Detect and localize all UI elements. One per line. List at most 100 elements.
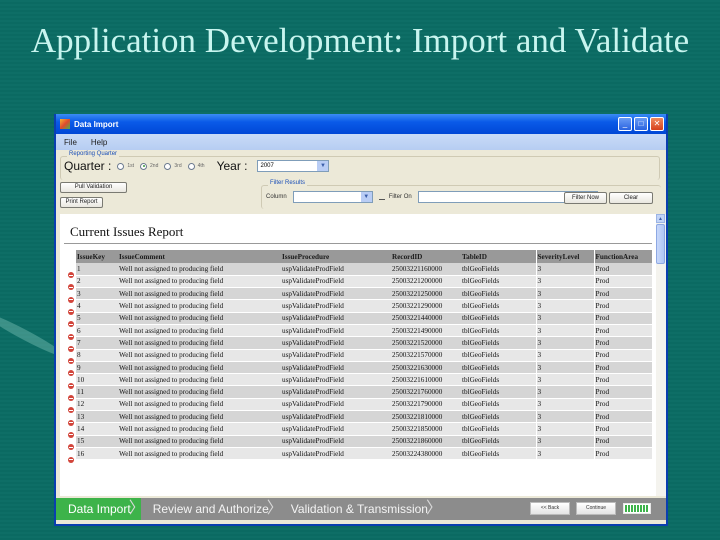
error-icon [68, 321, 74, 328]
table-row[interactable]: 8 Well not assigned to producing field usp… [76, 349, 652, 362]
maximize-button[interactable]: □ [634, 117, 648, 131]
pull-validation-button[interactable]: Pull Validation [60, 182, 127, 193]
slide-title: Application Development: Import and Vali… [30, 21, 690, 60]
quarter-radio-4th[interactable]: 4th [187, 162, 205, 170]
col-header-functionarea[interactable]: FunctionArea [593, 250, 652, 263]
scroll-up-icon[interactable]: ▲ [656, 214, 665, 223]
cell-functionarea: Prod [593, 361, 652, 375]
cell-recordid: 25003221790000 [391, 398, 461, 412]
filter-on-checkbox[interactable] [378, 194, 385, 200]
issues-report: Current Issues Report IssueKey IssueComm… [60, 214, 656, 496]
table-row[interactable]: 5 Well not assigned to producing field usp… [76, 312, 652, 325]
chevron-right-icon: 〉 [425, 500, 442, 517]
cell-issueprocedure: uspValidateProdField [281, 324, 391, 338]
cell-functionarea: Prod [593, 349, 652, 362]
quarter-radio-3rd[interactable]: 3rd [164, 162, 182, 170]
clear-button[interactable]: Clear [609, 192, 653, 204]
title-bar[interactable]: Data Import _ □ ✕ [56, 114, 666, 134]
cell-recordid: 25003221490000 [391, 324, 461, 338]
cell-tableid: tblGeoFields [461, 435, 536, 448]
cell-functionarea: Prod [593, 299, 652, 313]
quarter-radio-1st[interactable]: 1st [117, 162, 134, 170]
vertical-scrollbar[interactable]: ▲ [656, 214, 666, 496]
cell-tableid: tblGeoFields [461, 324, 536, 338]
cell-issuekey: 4 [76, 299, 118, 313]
cell-tableid: tblGeoFields [461, 349, 536, 362]
menu-help[interactable]: Help [91, 138, 107, 147]
error-icon [68, 370, 74, 377]
cell-severitylevel: 3 [535, 336, 594, 350]
cell-recordid: 25003221850000 [391, 422, 461, 436]
table-row[interactable]: 12 Well not assigned to producing field us… [76, 398, 652, 412]
cell-issuecomment: Well not assigned to producing field [118, 435, 281, 448]
table-row[interactable]: 11 Well not assigned to producing field us… [76, 385, 652, 399]
cell-functionarea: Prod [593, 312, 652, 325]
continue-button[interactable]: Continue [576, 502, 616, 515]
menu-file[interactable]: File [64, 138, 77, 147]
col-header-severitylevel[interactable]: SeverityLevel [535, 250, 594, 263]
back-button[interactable]: << Back [530, 502, 570, 515]
scroll-thumb[interactable] [656, 224, 665, 264]
table-row[interactable]: 13 Well not assigned to producing field us… [76, 410, 652, 424]
cell-issuekey: 14 [76, 422, 118, 436]
error-icon [68, 431, 74, 438]
cell-issueprocedure: uspValidateProdField [281, 349, 391, 362]
error-icon [68, 333, 74, 340]
minimize-button[interactable]: _ [618, 117, 632, 131]
filter-on-label: Filter On [388, 194, 412, 200]
cell-severitylevel: 3 [535, 410, 594, 424]
wizard-step-data-import[interactable]: Data Import 〉 [56, 498, 145, 520]
cell-severitylevel: 3 [535, 349, 594, 362]
cell-issuecomment: Well not assigned to producing field [118, 361, 281, 375]
quarter-radio-2nd[interactable]: 2nd [140, 162, 158, 170]
error-icon [68, 395, 74, 401]
chevron-down-icon[interactable]: ▼ [317, 161, 329, 171]
table-row[interactable]: 1 Well not assigned to producing field usp… [76, 263, 652, 276]
cell-recordid: 25003221630000 [391, 361, 461, 375]
table-row[interactable]: 7 Well not assigned to producing field usp… [76, 336, 652, 350]
column-select[interactable]: ▼ [292, 191, 373, 203]
cell-functionarea: Prod [593, 275, 652, 289]
cell-tableid: tblGeoFields [461, 299, 536, 313]
report-title: Current Issues Report [64, 214, 652, 244]
cell-tableid: tblGeoFields [461, 410, 536, 424]
wizard-step-review-authorize[interactable]: Review and Authorize 〉 [141, 498, 283, 520]
cell-tableid: tblGeoFields [461, 385, 536, 399]
col-header-issuecomment[interactable]: IssueComment [118, 250, 281, 263]
year-value: 2007 [260, 163, 274, 169]
table-row[interactable]: 6 Well not assigned to producing field usp… [76, 324, 652, 338]
cell-issueprocedure: uspValidateProdField [281, 385, 391, 399]
menu-bar: File Help [56, 134, 666, 150]
error-icon [68, 382, 74, 389]
table-row[interactable]: 4 Well not assigned to producing field usp… [76, 299, 652, 313]
col-header-issuekey[interactable]: IssueKey [76, 250, 118, 263]
wizard-step-validation-transmission[interactable]: Validation & Transmission 〉 [279, 498, 442, 520]
table-row[interactable]: 3 Well not assigned to producing field usp… [76, 287, 652, 301]
col-header-tableid[interactable]: TableID [461, 250, 536, 263]
quarter-row: Quarter : 1st 2nd 3rd 4th Year : 2007 ▼ [64, 158, 330, 174]
radio-icon [187, 162, 195, 170]
year-select[interactable]: 2007 ▼ [257, 160, 330, 172]
table-row[interactable]: 2 Well not assigned to producing field usp… [76, 275, 652, 289]
table-row[interactable]: 10 Well not assigned to producing field us… [76, 373, 652, 387]
table-row[interactable]: 16 Well not assigned to producing field us… [76, 447, 652, 461]
filter-now-button[interactable]: Filter Now [564, 192, 607, 204]
cell-issuekey: 8 [76, 349, 118, 362]
table-row[interactable]: 14 Well not assigned to producing field us… [76, 422, 652, 436]
cell-issuecomment: Well not assigned to producing field [118, 336, 281, 350]
table-row[interactable]: 9 Well not assigned to producing field usp… [76, 361, 652, 375]
print-report-button[interactable]: Print Report [60, 197, 103, 208]
cell-severitylevel: 3 [535, 287, 594, 301]
col-header-recordid[interactable]: RecordID [391, 250, 461, 263]
cell-functionarea: Prod [593, 410, 652, 424]
cell-recordid: 25003221200000 [391, 275, 461, 289]
col-header-issueprocedure[interactable]: IssueProcedure [281, 250, 391, 263]
step-label: Review and Authorize [152, 502, 269, 516]
chevron-down-icon[interactable]: ▼ [360, 192, 372, 202]
cell-issuecomment: Well not assigned to producing field [118, 324, 281, 338]
radio-selected-icon [140, 162, 148, 170]
cell-severitylevel: 3 [535, 385, 594, 399]
cell-functionarea: Prod [593, 435, 652, 448]
table-row[interactable]: 15 Well not assigned to producing field us… [76, 435, 652, 448]
close-button[interactable]: ✕ [650, 117, 664, 131]
